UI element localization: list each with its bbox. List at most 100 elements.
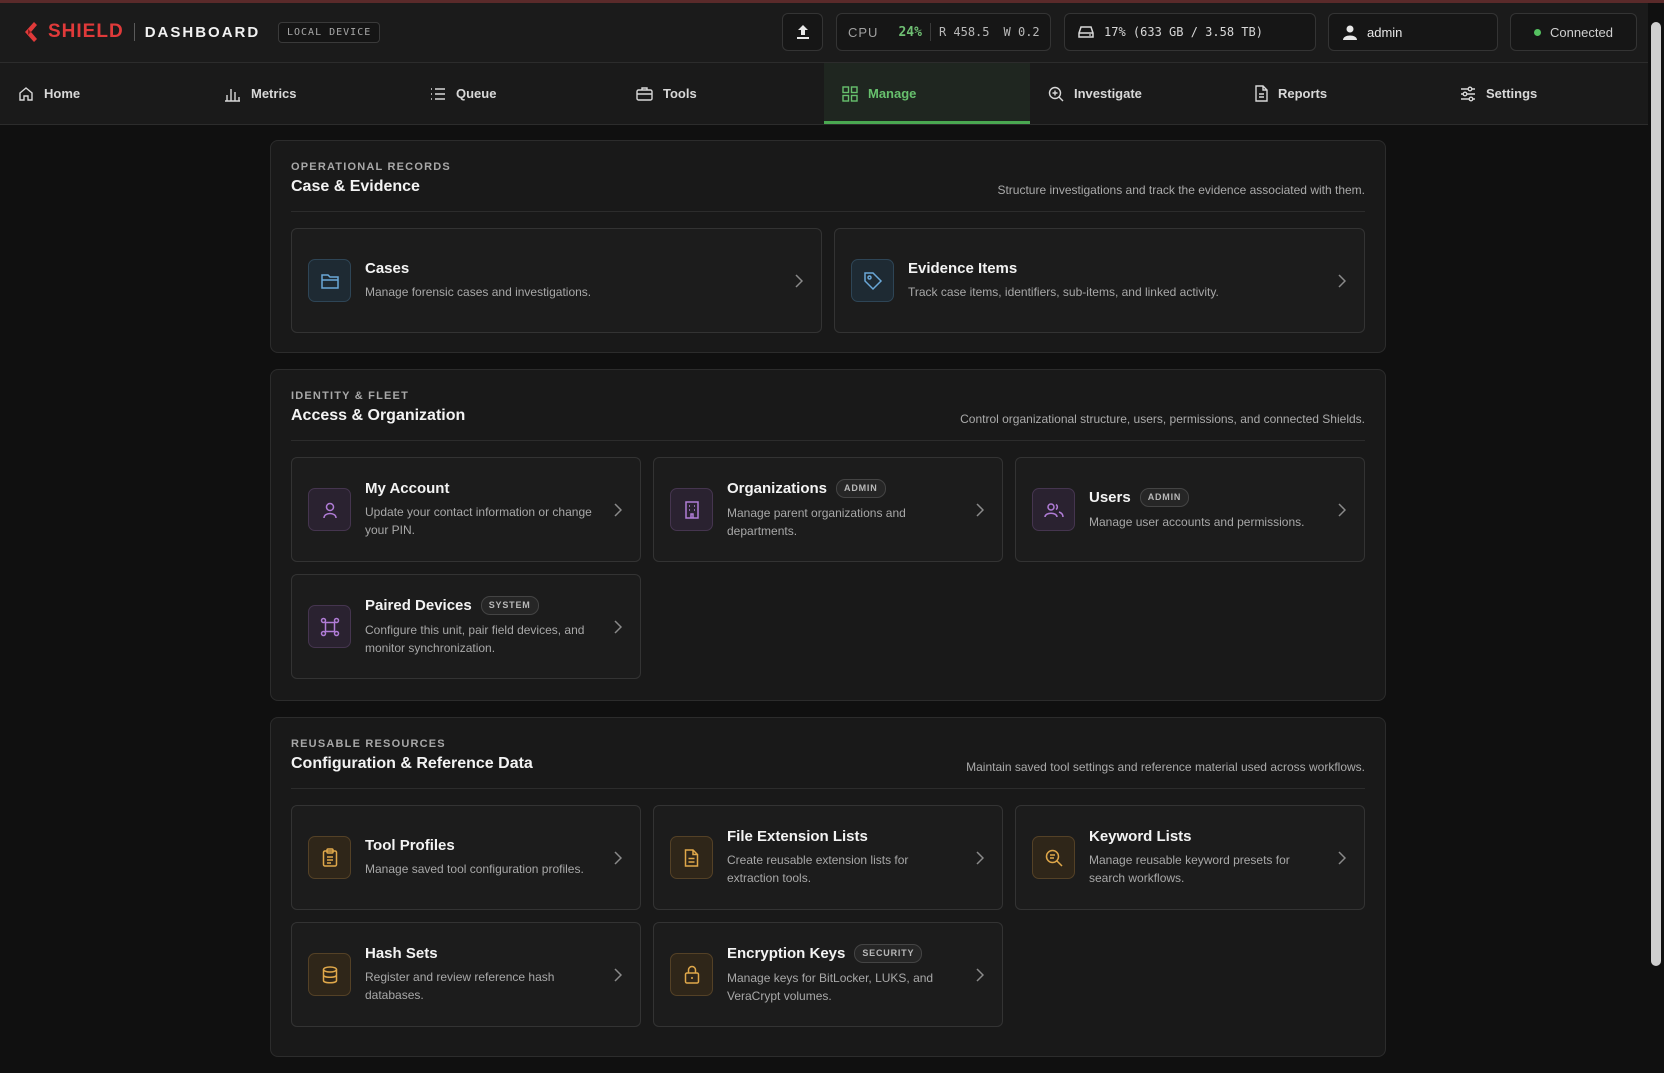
card-title: File Extension Lists <box>727 828 868 845</box>
lock-icon <box>684 965 699 984</box>
card-organizations[interactable]: Organizations ADMIN Manage parent organi… <box>653 457 1003 562</box>
nav-manage[interactable]: Manage <box>824 63 1030 124</box>
card-icon-box <box>670 836 713 879</box>
card-text: Keyword Lists Manage reusable keyword pr… <box>1089 828 1364 887</box>
card-icon-box <box>1032 836 1075 879</box>
chevron-right-icon <box>976 850 984 865</box>
app-logo[interactable]: SHIELD DASHBOARD <box>22 21 260 43</box>
card-description: Track case items, identifiers, sub-items… <box>908 285 1219 299</box>
zoom-icon <box>1048 86 1064 101</box>
card-description: Configure this unit, pair field devices,… <box>365 623 585 655</box>
bar-chart-icon <box>225 88 240 102</box>
admin-badge: ADMIN <box>836 479 886 498</box>
nav-label: Queue <box>456 86 497 101</box>
system-badge: SYSTEM <box>480 596 539 615</box>
card-title: Evidence Items <box>908 260 1018 277</box>
chevron-right-icon <box>614 850 622 865</box>
user-avatar-icon <box>1343 25 1357 40</box>
user-menu[interactable]: admin <box>1328 13 1498 51</box>
sliders-icon <box>1461 86 1475 101</box>
card-cases[interactable]: Cases Manage forensic cases and investig… <box>291 228 822 333</box>
nav-investigate[interactable]: Investigate <box>1030 63 1236 124</box>
card-text: File Extension Lists Create reusable ext… <box>727 828 1002 887</box>
disk-read-rate: R 458.5 <box>938 25 990 39</box>
card-grid: Cases Manage forensic cases and investig… <box>291 228 1365 333</box>
card-text: Paired Devices SYSTEM Configure this uni… <box>365 596 640 657</box>
drive-icon <box>1078 26 1094 38</box>
network-icon <box>320 617 339 636</box>
section-header: IDENTITY & FLEET Access & Organization C… <box>291 390 1365 441</box>
card-text: Users ADMIN Manage user accounts and per… <box>1089 488 1348 531</box>
main-nav: Home Metrics Queue Tools Manage Investig… <box>0 63 1648 125</box>
nav-label: Reports <box>1278 86 1328 101</box>
app-section-title: DASHBOARD <box>144 23 261 41</box>
chevron-right-icon <box>795 273 803 288</box>
connection-label: Connected <box>1550 24 1613 40</box>
nav-settings[interactable]: Settings <box>1442 63 1648 124</box>
search-list-icon <box>1045 849 1063 867</box>
card-text: Cases Manage forensic cases and investig… <box>365 260 635 301</box>
section-eyebrow: OPERATIONAL RECORDS <box>291 161 451 173</box>
card-title: Encryption Keys <box>727 945 846 962</box>
card-users[interactable]: Users ADMIN Manage user accounts and per… <box>1015 457 1365 562</box>
card-file-extension-lists[interactable]: File Extension Lists Create reusable ext… <box>653 805 1003 910</box>
card-text: Encryption Keys SECURITY Manage keys for… <box>727 944 1002 1005</box>
chevron-right-icon <box>1338 850 1346 865</box>
cpu-divider <box>929 23 931 41</box>
nav-label: Tools <box>663 86 697 101</box>
nav-label: Settings <box>1486 86 1538 101</box>
list-icon <box>431 87 445 100</box>
page-scrollbar[interactable] <box>1651 22 1661 966</box>
card-description: Manage reusable keyword presets for sear… <box>1089 853 1290 885</box>
card-title: Keyword Lists <box>1089 828 1192 845</box>
card-icon-box <box>308 259 351 302</box>
disk-usage-text: 17% (633 GB / 3.58 TB) <box>1104 25 1263 39</box>
chevron-right-icon <box>614 619 622 634</box>
chevron-right-icon <box>976 967 984 982</box>
nav-queue[interactable]: Queue <box>412 63 618 124</box>
card-paired-devices[interactable]: Paired Devices SYSTEM Configure this uni… <box>291 574 641 679</box>
toolbox-icon <box>636 87 653 101</box>
card-title: Hash Sets <box>365 945 438 962</box>
card-text: Organizations ADMIN Manage parent organi… <box>727 479 1002 540</box>
nav-label: Metrics <box>251 86 297 101</box>
card-encryption-keys[interactable]: Encryption Keys SECURITY Manage keys for… <box>653 922 1003 1027</box>
device-badge: LOCAL DEVICE <box>278 22 381 43</box>
card-my-account[interactable]: My Account Update your contact informati… <box>291 457 641 562</box>
grid-icon <box>842 85 858 102</box>
card-icon-box <box>308 953 351 996</box>
card-text: Hash Sets Register and review reference … <box>365 945 640 1004</box>
connection-status[interactable]: Connected <box>1510 13 1637 51</box>
section-description: Structure investigations and track the e… <box>997 183 1365 197</box>
cpu-stats: CPU 24% R 458.5 W 0.2 <box>836 13 1051 51</box>
card-icon-box <box>851 259 894 302</box>
section-case-evidence: OPERATIONAL RECORDS Case & Evidence Stru… <box>270 140 1386 353</box>
card-keyword-lists[interactable]: Keyword Lists Manage reusable keyword pr… <box>1015 805 1365 910</box>
username: admin <box>1367 24 1403 40</box>
user-icon <box>322 502 337 518</box>
nav-tools[interactable]: Tools <box>618 63 824 124</box>
nav-metrics[interactable]: Metrics <box>206 63 412 124</box>
nav-label: Manage <box>868 86 917 101</box>
chevron-right-icon <box>976 502 984 517</box>
chevron-right-icon <box>614 967 622 982</box>
card-description: Update your contact information or chang… <box>365 505 592 537</box>
section-header: REUSABLE RESOURCES Configuration & Refer… <box>291 738 1365 789</box>
card-icon-box <box>308 488 351 531</box>
manage-content: OPERATIONAL RECORDS Case & Evidence Stru… <box>270 140 1386 1073</box>
card-title: Users <box>1089 489 1131 506</box>
nav-reports[interactable]: Reports <box>1236 63 1442 124</box>
nav-home[interactable]: Home <box>0 63 206 124</box>
shield-logo-icon <box>25 22 37 42</box>
card-hash-sets[interactable]: Hash Sets Register and review reference … <box>291 922 641 1027</box>
section-configuration-reference: REUSABLE RESOURCES Configuration & Refer… <box>270 717 1386 1057</box>
upload-icon <box>796 25 809 39</box>
card-description: Manage saved tool configuration profiles… <box>365 862 584 876</box>
section-header: OPERATIONAL RECORDS Case & Evidence Stru… <box>291 161 1365 212</box>
card-text: My Account Update your contact informati… <box>365 480 640 539</box>
section-eyebrow: IDENTITY & FLEET <box>291 390 410 402</box>
card-evidence-items[interactable]: Evidence Items Track case items, identif… <box>834 228 1365 333</box>
section-description: Control organizational structure, users,… <box>960 412 1365 426</box>
upload-button[interactable] <box>782 13 823 51</box>
card-tool-profiles[interactable]: Tool Profiles Manage saved tool configur… <box>291 805 641 910</box>
